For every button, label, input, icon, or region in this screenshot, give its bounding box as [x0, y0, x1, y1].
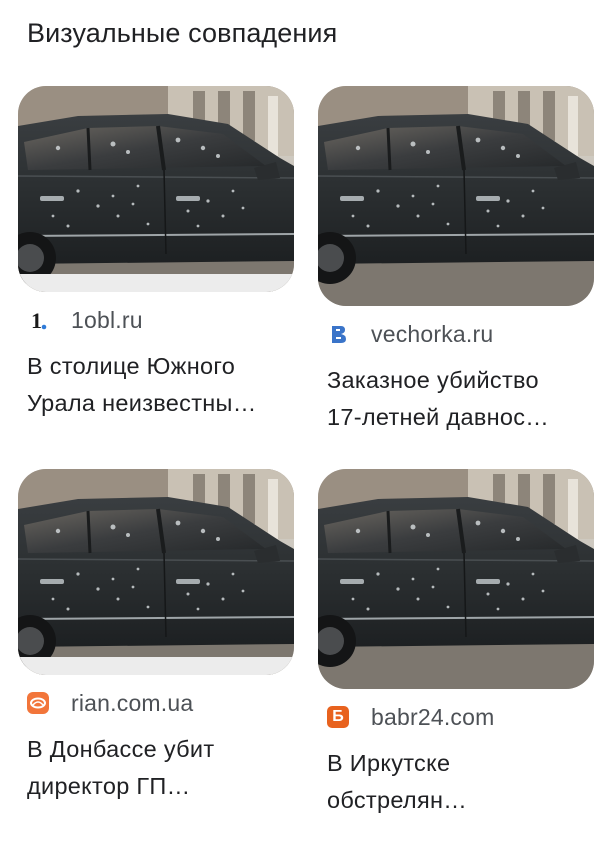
source-name: babr24.com	[371, 703, 495, 730]
result-thumbnail[interactable]	[18, 469, 294, 675]
caption-line: обстрелян…	[327, 787, 468, 813]
svg-text:1: 1	[31, 309, 42, 331]
1obl-logo-icon: 1	[27, 309, 49, 331]
result-card-1obl[interactable]: 1 1obl.ru В столице Южного Урала неизвес…	[18, 86, 294, 422]
result-thumbnail[interactable]	[18, 86, 294, 292]
source-name: 1obl.ru	[71, 306, 143, 333]
caption-line: директор ГП…	[27, 773, 191, 799]
result-card-vechorka[interactable]: vechorka.ru Заказное убийство 17-летней …	[318, 86, 594, 436]
result-caption[interactable]: В Донбассе убит директор ГП…	[27, 731, 292, 805]
caption-line: В Донбассе убит	[27, 736, 215, 762]
result-caption[interactable]: В столице Южного Урала неизвестны…	[27, 348, 292, 422]
result-source[interactable]: 1 1obl.ru	[18, 306, 294, 334]
caption-line: 17-летней давнос…	[327, 404, 550, 430]
result-caption[interactable]: Заказное убийство 17-летней давнос…	[327, 362, 592, 436]
result-source[interactable]: vechorka.ru	[318, 320, 594, 348]
result-source[interactable]: rian.com.ua	[18, 689, 294, 717]
source-name: rian.com.ua	[71, 689, 194, 716]
result-card-babr24[interactable]: Б babr24.com В Иркутске обстрелян…	[318, 469, 594, 819]
section-title: Визуальные совпадения	[27, 18, 338, 48]
caption-line: Заказное убийство	[327, 367, 539, 393]
babr24-logo-icon: Б	[327, 706, 349, 728]
vechorka-logo-icon	[327, 323, 349, 345]
result-thumbnail[interactable]	[318, 469, 594, 689]
result-source[interactable]: Б babr24.com	[318, 703, 594, 731]
result-thumbnail[interactable]	[318, 86, 594, 306]
caption-line: В Иркутске	[327, 750, 451, 776]
caption-line: В столице Южного	[27, 353, 236, 379]
source-name: vechorka.ru	[371, 320, 494, 347]
caption-line: Урала неизвестны…	[27, 390, 257, 416]
rian-logo-icon	[27, 692, 49, 714]
result-card-rian[interactable]: rian.com.ua В Донбассе убит директор ГП…	[18, 469, 294, 805]
favicon-letter: Б	[332, 708, 344, 725]
result-caption[interactable]: В Иркутске обстрелян…	[327, 745, 592, 819]
